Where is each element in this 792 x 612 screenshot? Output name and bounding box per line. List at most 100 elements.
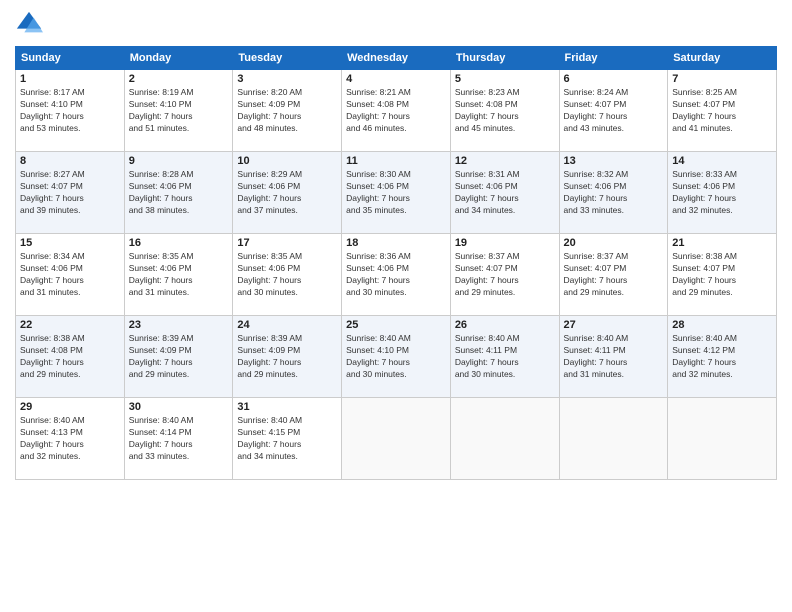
day-number: 22: [20, 319, 120, 331]
day-detail: Sunrise: 8:20 AMSunset: 4:09 PMDaylight:…: [237, 87, 302, 133]
weekday-header-friday: Friday: [559, 47, 668, 70]
calendar-cell: 14 Sunrise: 8:33 AMSunset: 4:06 PMDaylig…: [668, 152, 777, 234]
calendar-cell: 12 Sunrise: 8:31 AMSunset: 4:06 PMDaylig…: [450, 152, 559, 234]
day-number: 4: [346, 73, 446, 85]
calendar-cell: 3 Sunrise: 8:20 AMSunset: 4:09 PMDayligh…: [233, 70, 342, 152]
day-detail: Sunrise: 8:40 AMSunset: 4:15 PMDaylight:…: [237, 415, 302, 461]
calendar-week-1: 1 Sunrise: 8:17 AMSunset: 4:10 PMDayligh…: [16, 70, 777, 152]
day-detail: Sunrise: 8:23 AMSunset: 4:08 PMDaylight:…: [455, 87, 520, 133]
logo-icon: [15, 10, 43, 38]
calendar-cell: [450, 398, 559, 480]
day-number: 17: [237, 237, 337, 249]
day-number: 25: [346, 319, 446, 331]
calendar-cell: 10 Sunrise: 8:29 AMSunset: 4:06 PMDaylig…: [233, 152, 342, 234]
calendar-cell: 17 Sunrise: 8:35 AMSunset: 4:06 PMDaylig…: [233, 234, 342, 316]
calendar-cell: 26 Sunrise: 8:40 AMSunset: 4:11 PMDaylig…: [450, 316, 559, 398]
calendar-cell: 28 Sunrise: 8:40 AMSunset: 4:12 PMDaylig…: [668, 316, 777, 398]
day-detail: Sunrise: 8:21 AMSunset: 4:08 PMDaylight:…: [346, 87, 411, 133]
day-detail: Sunrise: 8:35 AMSunset: 4:06 PMDaylight:…: [237, 251, 302, 297]
day-detail: Sunrise: 8:40 AMSunset: 4:12 PMDaylight:…: [672, 333, 737, 379]
day-detail: Sunrise: 8:31 AMSunset: 4:06 PMDaylight:…: [455, 169, 520, 215]
day-number: 14: [672, 155, 772, 167]
day-detail: Sunrise: 8:40 AMSunset: 4:10 PMDaylight:…: [346, 333, 411, 379]
calendar-cell: 24 Sunrise: 8:39 AMSunset: 4:09 PMDaylig…: [233, 316, 342, 398]
calendar-week-4: 22 Sunrise: 8:38 AMSunset: 4:08 PMDaylig…: [16, 316, 777, 398]
day-detail: Sunrise: 8:40 AMSunset: 4:11 PMDaylight:…: [455, 333, 520, 379]
calendar-cell: 7 Sunrise: 8:25 AMSunset: 4:07 PMDayligh…: [668, 70, 777, 152]
day-detail: Sunrise: 8:40 AMSunset: 4:14 PMDaylight:…: [129, 415, 194, 461]
day-detail: Sunrise: 8:34 AMSunset: 4:06 PMDaylight:…: [20, 251, 85, 297]
day-detail: Sunrise: 8:36 AMSunset: 4:06 PMDaylight:…: [346, 251, 411, 297]
weekday-header-saturday: Saturday: [668, 47, 777, 70]
day-number: 24: [237, 319, 337, 331]
calendar-cell: 22 Sunrise: 8:38 AMSunset: 4:08 PMDaylig…: [16, 316, 125, 398]
calendar-cell: 13 Sunrise: 8:32 AMSunset: 4:06 PMDaylig…: [559, 152, 668, 234]
day-number: 19: [455, 237, 555, 249]
page: SundayMondayTuesdayWednesdayThursdayFrid…: [0, 0, 792, 612]
day-number: 5: [455, 73, 555, 85]
day-number: 11: [346, 155, 446, 167]
day-detail: Sunrise: 8:38 AMSunset: 4:07 PMDaylight:…: [672, 251, 737, 297]
calendar-cell: 20 Sunrise: 8:37 AMSunset: 4:07 PMDaylig…: [559, 234, 668, 316]
calendar-cell: 9 Sunrise: 8:28 AMSunset: 4:06 PMDayligh…: [124, 152, 233, 234]
weekday-header-monday: Monday: [124, 47, 233, 70]
day-number: 23: [129, 319, 229, 331]
day-detail: Sunrise: 8:25 AMSunset: 4:07 PMDaylight:…: [672, 87, 737, 133]
calendar-cell: 16 Sunrise: 8:35 AMSunset: 4:06 PMDaylig…: [124, 234, 233, 316]
calendar-week-3: 15 Sunrise: 8:34 AMSunset: 4:06 PMDaylig…: [16, 234, 777, 316]
day-detail: Sunrise: 8:17 AMSunset: 4:10 PMDaylight:…: [20, 87, 85, 133]
day-number: 3: [237, 73, 337, 85]
day-detail: Sunrise: 8:40 AMSunset: 4:13 PMDaylight:…: [20, 415, 85, 461]
day-number: 12: [455, 155, 555, 167]
day-number: 16: [129, 237, 229, 249]
day-detail: Sunrise: 8:35 AMSunset: 4:06 PMDaylight:…: [129, 251, 194, 297]
day-number: 9: [129, 155, 229, 167]
calendar-cell: 15 Sunrise: 8:34 AMSunset: 4:06 PMDaylig…: [16, 234, 125, 316]
calendar-cell: 23 Sunrise: 8:39 AMSunset: 4:09 PMDaylig…: [124, 316, 233, 398]
calendar-cell: 1 Sunrise: 8:17 AMSunset: 4:10 PMDayligh…: [16, 70, 125, 152]
day-number: 20: [564, 237, 664, 249]
calendar-cell: 8 Sunrise: 8:27 AMSunset: 4:07 PMDayligh…: [16, 152, 125, 234]
day-number: 2: [129, 73, 229, 85]
day-number: 27: [564, 319, 664, 331]
calendar-cell: 19 Sunrise: 8:37 AMSunset: 4:07 PMDaylig…: [450, 234, 559, 316]
calendar-cell: 18 Sunrise: 8:36 AMSunset: 4:06 PMDaylig…: [342, 234, 451, 316]
calendar-cell: 11 Sunrise: 8:30 AMSunset: 4:06 PMDaylig…: [342, 152, 451, 234]
day-detail: Sunrise: 8:24 AMSunset: 4:07 PMDaylight:…: [564, 87, 629, 133]
day-detail: Sunrise: 8:29 AMSunset: 4:06 PMDaylight:…: [237, 169, 302, 215]
day-number: 10: [237, 155, 337, 167]
calendar-cell: 30 Sunrise: 8:40 AMSunset: 4:14 PMDaylig…: [124, 398, 233, 480]
calendar-header-row: SundayMondayTuesdayWednesdayThursdayFrid…: [16, 47, 777, 70]
day-number: 7: [672, 73, 772, 85]
calendar-cell: 5 Sunrise: 8:23 AMSunset: 4:08 PMDayligh…: [450, 70, 559, 152]
calendar-cell: 31 Sunrise: 8:40 AMSunset: 4:15 PMDaylig…: [233, 398, 342, 480]
weekday-header-thursday: Thursday: [450, 47, 559, 70]
weekday-header-sunday: Sunday: [16, 47, 125, 70]
weekday-header-wednesday: Wednesday: [342, 47, 451, 70]
calendar-week-5: 29 Sunrise: 8:40 AMSunset: 4:13 PMDaylig…: [16, 398, 777, 480]
day-detail: Sunrise: 8:27 AMSunset: 4:07 PMDaylight:…: [20, 169, 85, 215]
calendar-cell: 27 Sunrise: 8:40 AMSunset: 4:11 PMDaylig…: [559, 316, 668, 398]
day-detail: Sunrise: 8:40 AMSunset: 4:11 PMDaylight:…: [564, 333, 629, 379]
calendar-table: SundayMondayTuesdayWednesdayThursdayFrid…: [15, 46, 777, 480]
header: [15, 10, 777, 38]
calendar-cell: 25 Sunrise: 8:40 AMSunset: 4:10 PMDaylig…: [342, 316, 451, 398]
day-number: 29: [20, 401, 120, 413]
day-detail: Sunrise: 8:37 AMSunset: 4:07 PMDaylight:…: [455, 251, 520, 297]
day-detail: Sunrise: 8:19 AMSunset: 4:10 PMDaylight:…: [129, 87, 194, 133]
day-number: 15: [20, 237, 120, 249]
day-detail: Sunrise: 8:38 AMSunset: 4:08 PMDaylight:…: [20, 333, 85, 379]
calendar-cell: 21 Sunrise: 8:38 AMSunset: 4:07 PMDaylig…: [668, 234, 777, 316]
day-number: 21: [672, 237, 772, 249]
day-detail: Sunrise: 8:30 AMSunset: 4:06 PMDaylight:…: [346, 169, 411, 215]
day-number: 6: [564, 73, 664, 85]
day-detail: Sunrise: 8:28 AMSunset: 4:06 PMDaylight:…: [129, 169, 194, 215]
calendar-cell: 2 Sunrise: 8:19 AMSunset: 4:10 PMDayligh…: [124, 70, 233, 152]
day-number: 8: [20, 155, 120, 167]
day-number: 28: [672, 319, 772, 331]
calendar-cell: [668, 398, 777, 480]
day-number: 26: [455, 319, 555, 331]
calendar-cell: [342, 398, 451, 480]
day-detail: Sunrise: 8:33 AMSunset: 4:06 PMDaylight:…: [672, 169, 737, 215]
calendar-cell: 6 Sunrise: 8:24 AMSunset: 4:07 PMDayligh…: [559, 70, 668, 152]
